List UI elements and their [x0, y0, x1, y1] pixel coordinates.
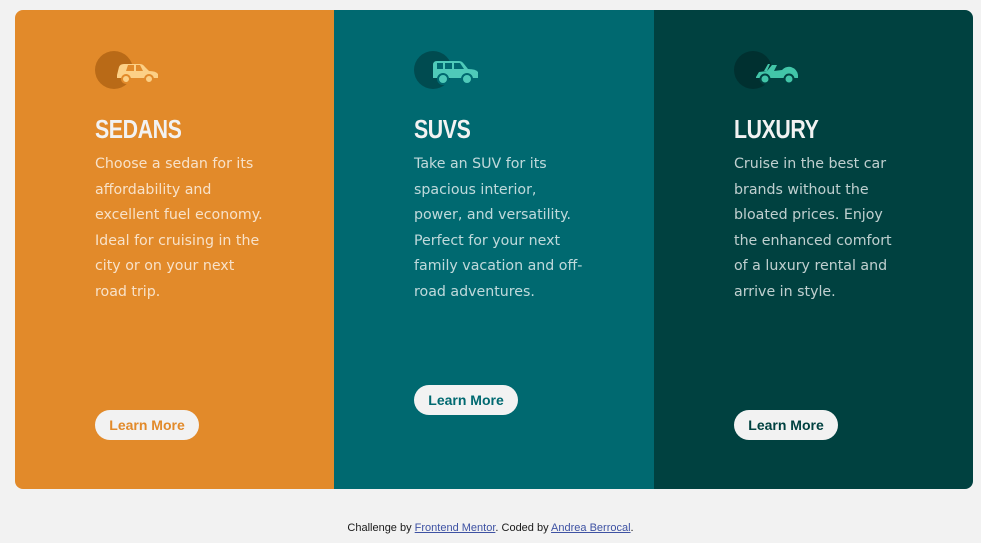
cards-container: SEDANS Choose a sedan for its affordabil…	[15, 10, 973, 489]
learn-more-button[interactable]: Learn More	[414, 385, 518, 415]
frontend-mentor-link[interactable]: Frontend Mentor	[415, 522, 496, 534]
luxury-car-icon	[734, 51, 800, 89]
attribution: Challenge by Frontend Mentor. Coded by A…	[0, 522, 981, 534]
attribution-middle: . Coded by	[495, 522, 552, 534]
author-link[interactable]: Andrea Berrocal	[551, 522, 631, 534]
attribution-suffix: .	[630, 522, 634, 534]
sedan-icon	[95, 51, 161, 89]
attribution-prefix: Challenge by	[347, 522, 415, 534]
learn-more-button[interactable]: Learn More	[95, 410, 199, 440]
card-title: SEDANS	[95, 114, 182, 144]
suv-icon	[414, 51, 480, 89]
card-title: SUVS	[414, 114, 471, 144]
card-sedans: SEDANS Choose a sedan for its affordabil…	[15, 10, 334, 489]
learn-more-button[interactable]: Learn More	[734, 410, 838, 440]
card-description: Choose a sedan for its affordability and…	[95, 156, 263, 300]
card-suvs: SUVS Take an SUV for its spacious interi…	[334, 10, 654, 489]
card-description: Cruise in the best car brands without th…	[734, 156, 892, 300]
card-title: LUXURY	[734, 114, 819, 144]
card-description: Take an SUV for its spacious interior, p…	[414, 156, 583, 300]
card-luxury: LUXURY Cruise in the best car brands wit…	[654, 10, 973, 489]
